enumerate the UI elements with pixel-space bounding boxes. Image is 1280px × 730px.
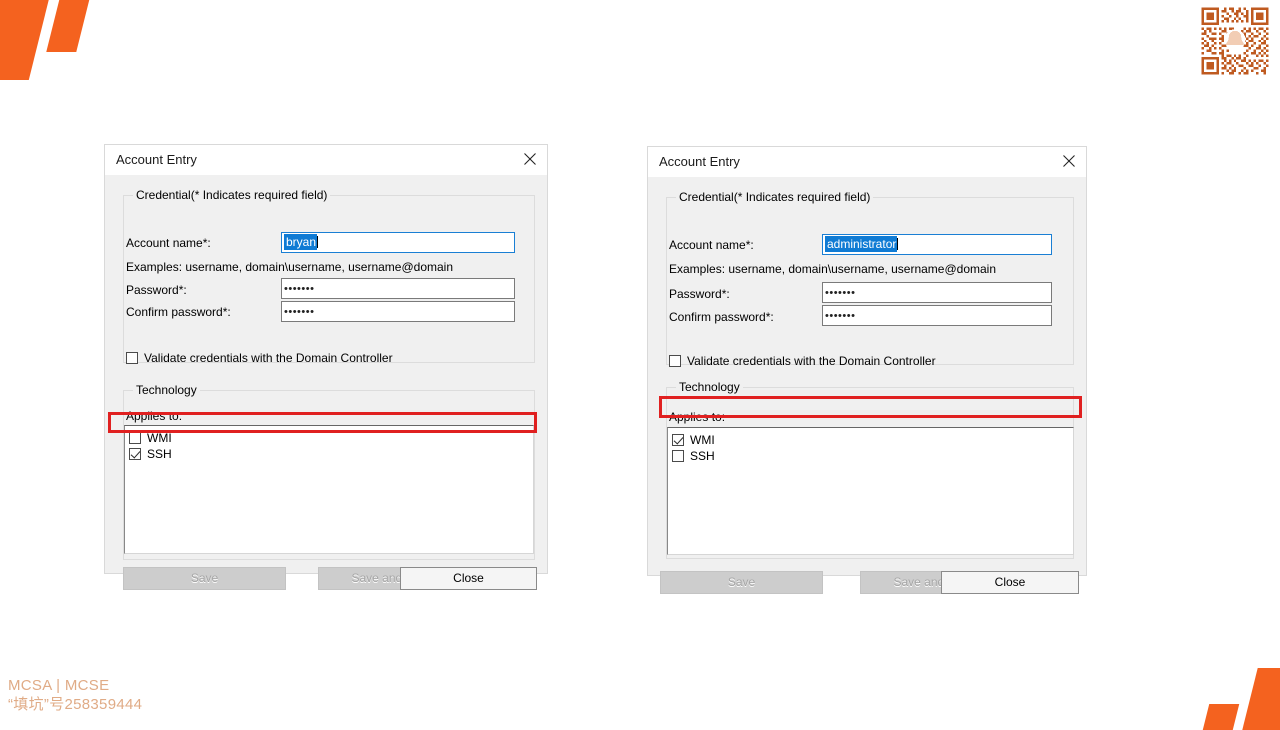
confirm-password-label: Confirm password*: xyxy=(126,305,231,319)
account-name-value: administrator xyxy=(825,236,898,252)
save-button[interactable]: Save xyxy=(660,571,823,594)
text-caret xyxy=(317,236,319,248)
confirm-password-value: ••••••• xyxy=(284,306,315,318)
brand-mark-bottom-right xyxy=(1190,668,1280,730)
title-bar: Account Entry xyxy=(105,145,547,175)
credential-group-legend: Credential(* Indicates required field) xyxy=(133,188,331,202)
qr-code-icon xyxy=(1199,5,1271,77)
watermark: MCSA | MCSE “填坑”号258359444 xyxy=(8,676,142,714)
save-button[interactable]: Save xyxy=(123,567,286,590)
password-input[interactable]: ••••••• xyxy=(822,282,1052,303)
list-item[interactable]: SSH xyxy=(668,448,1073,464)
checkbox-box-icon[interactable] xyxy=(672,434,684,446)
confirm-password-value: ••••••• xyxy=(825,310,856,322)
technology-group-legend: Technology xyxy=(133,383,200,397)
account-name-label: Account name*: xyxy=(126,236,211,250)
validate-credentials-checkbox[interactable]: Validate credentials with the Domain Con… xyxy=(126,351,393,365)
checkbox-box-icon xyxy=(126,352,138,364)
list-item-label: SSH xyxy=(147,447,172,461)
validate-credentials-label: Validate credentials with the Domain Con… xyxy=(687,354,936,368)
password-input[interactable]: ••••••• xyxy=(281,278,515,299)
checkbox-box-icon xyxy=(669,355,681,367)
text-caret xyxy=(897,238,899,250)
close-button[interactable]: Close xyxy=(941,571,1079,594)
list-item[interactable]: WMI xyxy=(668,432,1073,448)
list-item-label: SSH xyxy=(690,449,715,463)
credential-group-legend: Credential(* Indicates required field) xyxy=(676,190,874,204)
brand-bar-2 xyxy=(46,0,92,52)
checkbox-box-icon[interactable] xyxy=(129,432,141,444)
applies-to-label: Applies to: xyxy=(126,409,183,423)
close-icon[interactable] xyxy=(517,147,543,171)
password-label: Password*: xyxy=(126,283,187,297)
technology-listbox[interactable]: WMI SSH xyxy=(667,427,1074,555)
confirm-password-input[interactable]: ••••••• xyxy=(281,301,515,322)
brand-bar-4 xyxy=(1202,704,1240,730)
account-entry-dialog-left: Account Entry Credential(* Indicates req… xyxy=(104,144,548,590)
brand-bar-1 xyxy=(0,0,52,80)
list-item[interactable]: WMI xyxy=(125,430,533,446)
account-name-input[interactable]: bryan xyxy=(281,232,515,253)
confirm-password-input[interactable]: ••••••• xyxy=(822,305,1052,326)
brand-bar-3 xyxy=(1242,668,1280,730)
close-icon[interactable] xyxy=(1056,149,1082,173)
technology-listbox[interactable]: WMI SSH xyxy=(124,425,534,554)
dialog-title: Account Entry xyxy=(659,154,740,169)
list-item[interactable]: SSH xyxy=(125,446,533,462)
dialog-body: Credential(* Indicates required field) A… xyxy=(105,175,547,590)
password-label: Password*: xyxy=(669,287,730,301)
validate-credentials-label: Validate credentials with the Domain Con… xyxy=(144,351,393,365)
account-name-label: Account name*: xyxy=(669,238,754,252)
brand-mark-top-left xyxy=(0,0,120,80)
watermark-line-2: “填坑”号258359444 xyxy=(8,696,143,713)
validate-credentials-checkbox[interactable]: Validate credentials with the Domain Con… xyxy=(669,354,936,368)
title-bar: Account Entry xyxy=(648,147,1086,177)
watermark-line-1: MCSA | MCSE xyxy=(8,677,110,694)
list-item-label: WMI xyxy=(690,433,715,447)
account-name-input[interactable]: administrator xyxy=(822,234,1052,255)
password-value: ••••••• xyxy=(284,283,315,295)
technology-group-legend: Technology xyxy=(676,380,743,394)
examples-text: Examples: username, domain\username, use… xyxy=(669,262,997,276)
examples-text: Examples: username, domain\username, use… xyxy=(126,260,454,274)
close-button[interactable]: Close xyxy=(400,567,537,590)
list-item-label: WMI xyxy=(147,431,172,445)
password-value: ••••••• xyxy=(825,287,856,299)
confirm-password-label: Confirm password*: xyxy=(669,310,774,324)
applies-to-label: Applies to: xyxy=(669,410,726,424)
account-entry-dialog-right: Account Entry Credential(* Indicates req… xyxy=(647,146,1087,594)
checkbox-box-icon[interactable] xyxy=(672,450,684,462)
dialog-title: Account Entry xyxy=(116,152,197,167)
account-name-value: bryan xyxy=(284,234,318,250)
dialog-body: Credential(* Indicates required field) A… xyxy=(648,177,1086,594)
credential-group: Credential(* Indicates required field) xyxy=(666,190,1074,365)
checkbox-box-icon[interactable] xyxy=(129,448,141,460)
